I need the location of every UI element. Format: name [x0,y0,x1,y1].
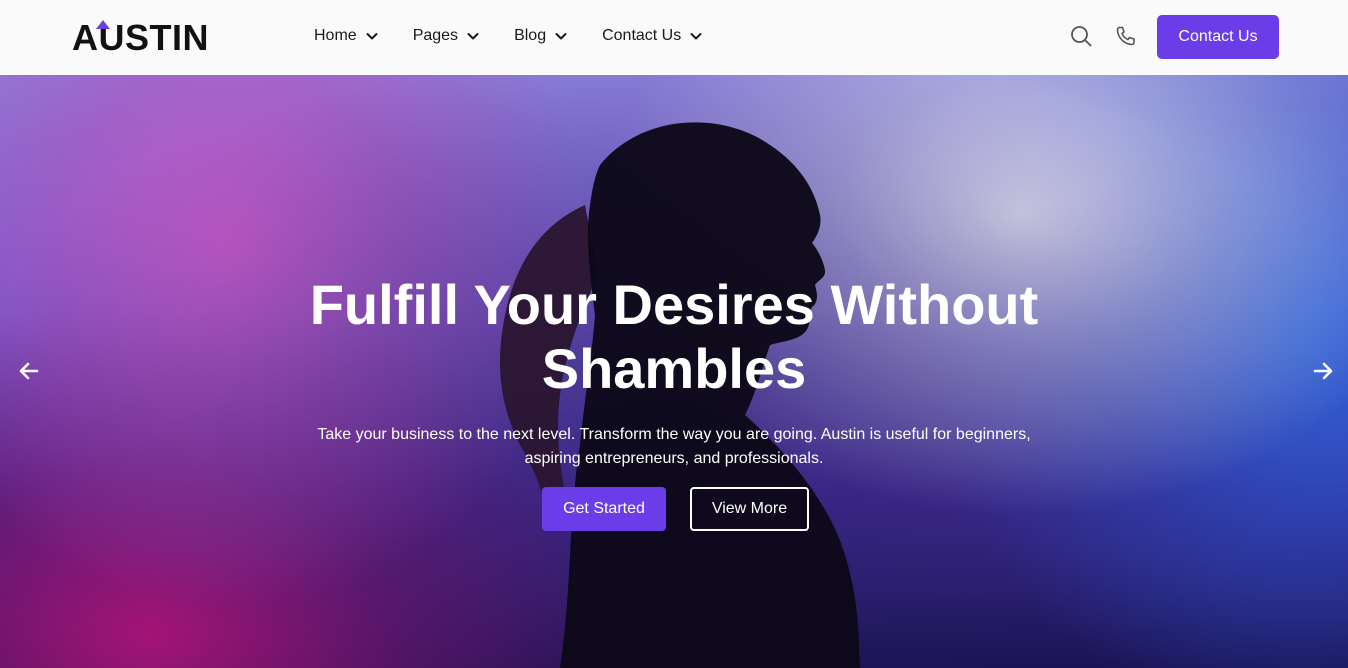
main-nav: Home Pages Blog Contact Us [314,24,737,48]
view-more-button[interactable]: View More [690,487,809,531]
nav-item-label: Contact Us [602,27,682,44]
nav-item-home[interactable]: Home [314,24,379,48]
hero-subtitle-line: aspiring entrepreneurs, and professional… [524,450,824,467]
chevron-down-icon [555,33,567,40]
logo-mark-icon [96,20,110,29]
nav-item-blog[interactable]: Blog [514,24,568,48]
nav-item-label: Home [314,27,357,44]
nav-item-label: Blog [514,27,547,44]
site-header: AUSTIN Home Pages Blog Contact Us Contac… [0,0,1348,75]
contact-us-button[interactable]: Contact Us [1157,15,1279,59]
hero-title: Fulfill Your Desires Without Shambles [274,273,1074,401]
logo[interactable]: AUSTIN [72,18,209,58]
hero-subtitle-line: Take your business to the next level. Tr… [317,426,1031,443]
chevron-down-icon [467,33,479,40]
hero-subtitle: Take your business to the next level. Tr… [300,423,1048,471]
nav-item-pages[interactable]: Pages [413,24,480,48]
search-icon[interactable] [1069,24,1093,48]
hero-title-line: Shambles [541,337,807,400]
nav-item-label: Pages [412,27,459,44]
hero-title-line: Fulfill Your Desires Without [309,273,1039,336]
hero-slider: Fulfill Your Desires Without Shambles Ta… [0,75,1348,668]
get-started-button[interactable]: Get Started [542,487,666,531]
arrow-left-icon[interactable] [17,359,41,383]
chevron-down-icon [690,33,702,40]
nav-item-contact[interactable]: Contact Us [602,24,703,48]
phone-icon[interactable] [1114,24,1138,48]
arrow-right-icon[interactable] [1311,359,1335,383]
chevron-down-icon [366,33,378,40]
